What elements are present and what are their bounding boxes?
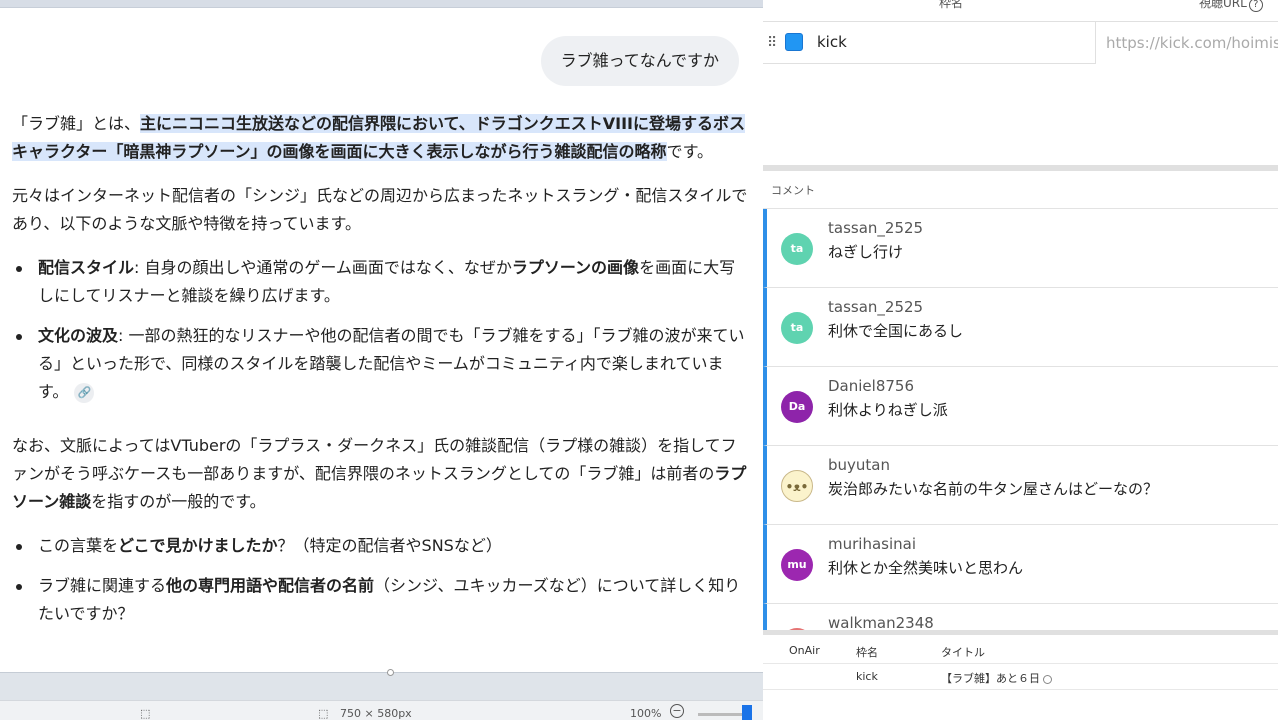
list-item-bold: どこで見かけましたか <box>118 536 278 555</box>
dimensions-icon: ⬚ <box>318 707 329 720</box>
comment-item[interactable]: ta tassan_2525 利休で全国にあるし <box>763 288 1278 367</box>
drag-handle-icon[interactable]: ⠿ <box>767 35 777 51</box>
pane-top-border <box>0 0 763 8</box>
stream-tool-panel: 枠名 視聴URL? ⠿ kick コメント ta tassan_2525 ねぎし行け… <box>763 0 1278 720</box>
title-column: タイトル <box>941 646 985 659</box>
comment-list[interactable]: ta tassan_2525 ねぎし行け ta tassan_2525 利休で全国にあるし… <box>763 209 1278 630</box>
list-item: ラブ雑に関連する他の専門用語や配信者の名前（シンジ、ユキッカーズなど）について詳… <box>12 572 750 628</box>
comment-username: murihasinai <box>828 535 917 553</box>
status-bar: ⬚ ⬚ 750 × 580px 100% − <box>0 700 763 720</box>
schedule-table: OnAir 枠名 タイトル kick 【ラブ雑】あと６日 <box>763 635 1278 720</box>
comment-item[interactable]: mu murihasinai 利休とか全然美味いと思わん <box>763 525 1278 604</box>
answer-text: 「ラブ雑」とは、 <box>12 114 141 133</box>
dimensions-readout: 750 × 580px <box>340 707 412 720</box>
comment-text: 利休で全国にあるし <box>828 322 964 340</box>
frame-enabled-checkbox[interactable] <box>785 33 803 51</box>
answer-paragraph-2: 元々はインターネット配信者の「シンジ」氏などの周辺から広まったネットスラング・配… <box>12 186 748 233</box>
link-icon[interactable]: 🔗 <box>74 382 95 403</box>
list-item-bold: ラプソーンの画像 <box>511 258 640 277</box>
comment-text: 炭治郎みたいな名前の牛タン屋さんはどーなの？ <box>828 480 1159 498</box>
avatar: mu <box>781 549 813 581</box>
select-icon[interactable]: ⬚ <box>140 707 150 720</box>
help-icon[interactable]: ? <box>1248 0 1263 12</box>
zoom-out-icon[interactable]: − <box>670 704 684 718</box>
frame-row[interactable]: ⠿ kick <box>763 22 1278 64</box>
comment-text: 利休とか全然美味いと思わん <box>828 559 1024 577</box>
comment-username: buyutan <box>828 456 890 474</box>
list-item-bold: 他の専門用語や配信者の名前 <box>166 576 375 595</box>
chat-pane: ラブ雑ってなんですか 「ラブ雑」とは、主にニコニコ生放送などの配信界隈において、… <box>0 0 763 720</box>
answer-text: を指すのが一般的です。 <box>91 492 266 511</box>
screen: ラブ雑ってなんですか 「ラブ雑」とは、主にニコニコ生放送などの配信界隈において、… <box>0 0 1278 720</box>
feature-list: 配信スタイル: 自身の顔出しや通常のゲーム画面ではなく、なぜかラプソーンの画像を… <box>12 254 750 406</box>
frame-list-empty-area <box>763 64 1278 165</box>
answer-text: です。 <box>666 142 713 161</box>
zoom-slider-thumb[interactable] <box>742 705 752 720</box>
comment-username: tassan_2525 <box>828 298 924 316</box>
answer-text: なお、文脈によってはVTuberの「ラプラス・ダークネス」氏の雑談配信（ラプ様の… <box>12 436 737 483</box>
comment-username: Daniel8756 <box>828 377 914 395</box>
user-message-bubble: ラブ雑ってなんですか <box>540 36 739 86</box>
comment-item[interactable]: walkman2348 <box>763 604 1278 630</box>
avatar: ta <box>781 233 813 265</box>
frame-name[interactable]: kick <box>817 33 847 51</box>
list-item-text: : 自身の顔出しや通常のゲーム画面ではなく、なぜか <box>134 258 512 277</box>
comment-section-label: コメント <box>763 171 1278 209</box>
followup-list: この言葉をどこで見かけましたか？（特定の配信者やSNSなど） ラブ雑に関連する他… <box>12 532 750 628</box>
frame-name-column: 枠名 <box>856 646 878 659</box>
comment-username: tassan_2525 <box>828 219 924 237</box>
avatar: Da <box>781 391 813 423</box>
assistant-answer: 「ラブ雑」とは、主にニコニコ生放送などの配信界隈において、ドラゴンクエストVII… <box>12 110 750 644</box>
list-item-label: 文化の波及 <box>38 326 119 345</box>
zoom-level: 100% <box>630 707 662 720</box>
list-item-text: ？（特定の配信者やSNSなど） <box>277 536 502 555</box>
schedule-title-text: 【ラブ雑】あと６日 <box>941 672 1040 685</box>
list-item: 配信スタイル: 自身の顔出しや通常のゲーム画面ではなく、なぜかラプソーンの画像を… <box>12 254 750 310</box>
viewport-resize-bar[interactable] <box>0 669 763 700</box>
view-url-input[interactable] <box>1095 22 1278 64</box>
view-url-column: 視聴URL? <box>1199 0 1263 12</box>
frame-name-column: 枠名 <box>939 0 964 10</box>
list-item-text: ラブ雑に関連する <box>38 576 167 595</box>
comment-item[interactable]: •ᴥ• buyutan 炭治郎みたいな名前の牛タン屋さんはどーなの？ <box>763 446 1278 525</box>
comment-text: ねぎし行け <box>828 243 904 261</box>
comment-username: walkman2348 <box>828 614 934 630</box>
answer-paragraph-1: 「ラブ雑」とは、主にニコニコ生放送などの配信界隈において、ドラゴンクエストVII… <box>12 110 750 166</box>
onair-column: OnAir <box>789 644 820 657</box>
copy-icon[interactable] <box>1043 674 1052 684</box>
list-item-text: : 一部の熱狂的なリスナーや他の配信者の間でも「ラブ雑をする」「ラブ雑の波が来て… <box>38 326 745 401</box>
list-item: この言葉をどこで見かけましたか？（特定の配信者やSNSなど） <box>12 532 750 560</box>
frame-table-header: 枠名 視聴URL? <box>763 0 1278 22</box>
resize-handle[interactable] <box>387 669 394 676</box>
zoom-slider-track[interactable] <box>698 713 748 716</box>
view-url-column-label: 視聴URL <box>1199 0 1247 10</box>
list-item: 文化の波及: 一部の熱狂的なリスナーや他の配信者の間でも「ラブ雑をする」「ラブ雑… <box>12 322 750 406</box>
face-avatar-icon: •ᴥ• <box>781 470 813 502</box>
comment-item[interactable]: Da Daniel8756 利休よりねぎし派 <box>763 367 1278 446</box>
comment-text: 利休よりねぎし派 <box>828 401 948 419</box>
answer-paragraph-3: なお、文脈によってはVTuberの「ラプラス・ダークネス」氏の雑談配信（ラプ様の… <box>12 432 750 516</box>
schedule-title[interactable]: 【ラブ雑】あと６日 <box>941 670 1052 686</box>
comment-item[interactable]: ta tassan_2525 ねぎし行け <box>763 209 1278 288</box>
schedule-frame-name[interactable]: kick <box>856 670 878 683</box>
list-item-label: 配信スタイル <box>38 258 135 277</box>
list-item-text: この言葉を <box>38 536 119 555</box>
avatar: ta <box>781 312 813 344</box>
